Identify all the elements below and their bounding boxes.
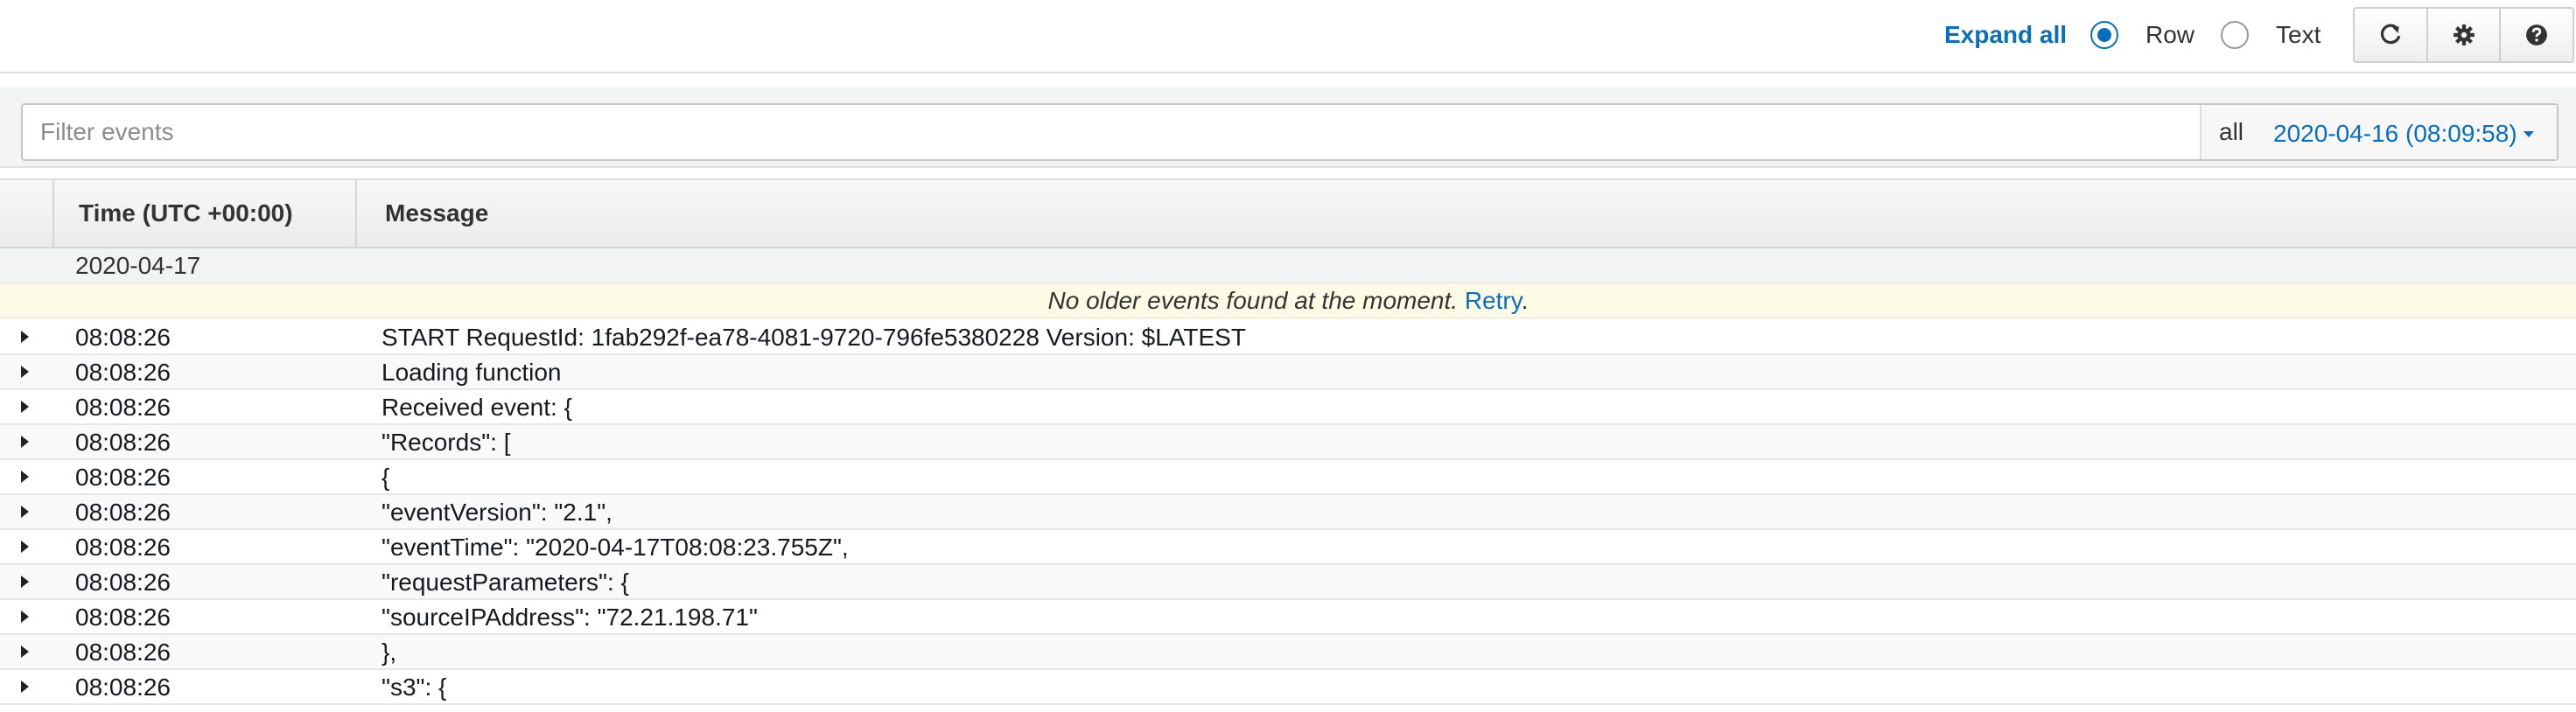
table-row[interactable]: 08:08:26 "Records": [	[0, 425, 2576, 460]
table-row[interactable]: 08:08:26 "sourceIPAddress": "72.21.198.7…	[0, 600, 2576, 635]
expand-row-icon[interactable]	[21, 331, 29, 343]
top-toolbar: Expand all Row Text	[0, 0, 2576, 73]
gear-icon	[2453, 24, 2475, 46]
event-message: "requestParameters": {	[382, 569, 629, 596]
event-time: 08:08:26	[75, 499, 171, 526]
text-view-radio[interactable]	[2221, 21, 2249, 49]
expand-row-icon[interactable]	[21, 506, 29, 518]
help-button[interactable]	[2501, 9, 2572, 61]
expand-row-icon[interactable]	[21, 401, 29, 413]
date-group-label: 2020-04-17	[75, 252, 201, 279]
expand-column-header	[0, 180, 52, 247]
table-row[interactable]: 08:08:26 "requestParameters": {	[0, 565, 2576, 600]
filter-events-input[interactable]	[23, 105, 2200, 159]
event-message: },	[382, 639, 397, 666]
event-message: "sourceIPAddress": "72.21.198.71"	[382, 604, 758, 631]
event-time: 08:08:26	[75, 464, 171, 491]
table-row[interactable]: 08:08:26 "eventVersion": "2.1",	[0, 495, 2576, 530]
event-time: 08:08:26	[75, 569, 171, 596]
expand-row-icon[interactable]	[21, 471, 29, 483]
expand-all-link[interactable]: Expand all	[1944, 19, 2067, 51]
log-events-list: 08:08:26 START RequestId: 1fab292f-ea78-…	[0, 320, 2576, 705]
event-time: 08:08:26	[75, 534, 171, 561]
expand-row-icon[interactable]	[21, 611, 29, 623]
event-message: Loading function	[382, 359, 562, 386]
event-message: "s3": {	[382, 674, 447, 701]
date-range-dropdown[interactable]: 2020-04-16 (08:09:58)	[2273, 118, 2517, 150]
text-view-label[interactable]: Text	[2276, 19, 2320, 51]
event-message: "eventTime": "2020-04-17T08:08:23.755Z",	[382, 534, 849, 561]
event-time: 08:08:26	[75, 429, 171, 456]
range-all-label[interactable]: all	[2219, 116, 2244, 148]
help-icon	[2525, 24, 2548, 46]
filter-bar: all 2020-04-16 (08:09:58)	[0, 87, 2576, 168]
expand-row-icon[interactable]	[21, 681, 29, 693]
refresh-icon	[2379, 24, 2402, 46]
event-time: 08:08:26	[75, 674, 171, 701]
event-time: 08:08:26	[75, 394, 171, 421]
date-range-selector[interactable]: all 2020-04-16 (08:09:58)	[2200, 105, 2557, 159]
refresh-button[interactable]	[2355, 9, 2428, 61]
row-view-radio[interactable]	[2090, 21, 2118, 49]
settings-button[interactable]	[2428, 9, 2502, 61]
expand-row-icon[interactable]	[21, 541, 29, 553]
log-table-header: Time (UTC +00:00) Message	[0, 178, 2576, 248]
event-time: 08:08:26	[75, 324, 171, 351]
table-row[interactable]: 08:08:26 START RequestId: 1fab292f-ea78-…	[0, 320, 2576, 355]
message-column-header[interactable]: Message	[355, 180, 2576, 247]
no-older-events-notice: No older events found at the moment. Ret…	[0, 283, 2576, 318]
toolbar-button-group	[2353, 7, 2574, 63]
event-message: "Records": [	[382, 429, 511, 456]
expand-row-icon[interactable]	[21, 366, 29, 378]
table-row[interactable]: 08:08:26 "eventTime": "2020-04-17T08:08:…	[0, 530, 2576, 565]
retry-link[interactable]: Retry	[1465, 287, 1522, 314]
event-message: {	[382, 464, 390, 491]
table-row[interactable]: 08:08:26 },	[0, 635, 2576, 670]
table-row[interactable]: 08:08:26 "s3": {	[0, 670, 2576, 705]
table-row[interactable]: 08:08:26 Received event: {	[0, 390, 2576, 425]
notice-suffix: .	[1521, 287, 1529, 314]
table-row[interactable]: 08:08:26 Loading function	[0, 355, 2576, 390]
date-group-row: 2020-04-17	[0, 248, 2576, 283]
event-time: 08:08:26	[75, 359, 171, 386]
filter-box: all 2020-04-16 (08:09:58)	[21, 103, 2558, 161]
event-message: START RequestId: 1fab292f-ea78-4081-9720…	[382, 324, 1246, 351]
table-row[interactable]: 08:08:26 {	[0, 460, 2576, 495]
expand-row-icon[interactable]	[21, 576, 29, 588]
chevron-down-icon	[2524, 131, 2534, 137]
event-message: Received event: {	[382, 394, 572, 421]
time-column-header[interactable]: Time (UTC +00:00)	[52, 180, 355, 247]
expand-row-icon[interactable]	[21, 646, 29, 658]
event-message: "eventVersion": "2.1",	[382, 499, 612, 526]
event-time: 08:08:26	[75, 639, 171, 666]
notice-text: No older events found at the moment.	[1047, 287, 1459, 314]
expand-row-icon[interactable]	[21, 436, 29, 448]
row-view-label[interactable]: Row	[2146, 19, 2194, 51]
event-time: 08:08:26	[75, 604, 171, 631]
